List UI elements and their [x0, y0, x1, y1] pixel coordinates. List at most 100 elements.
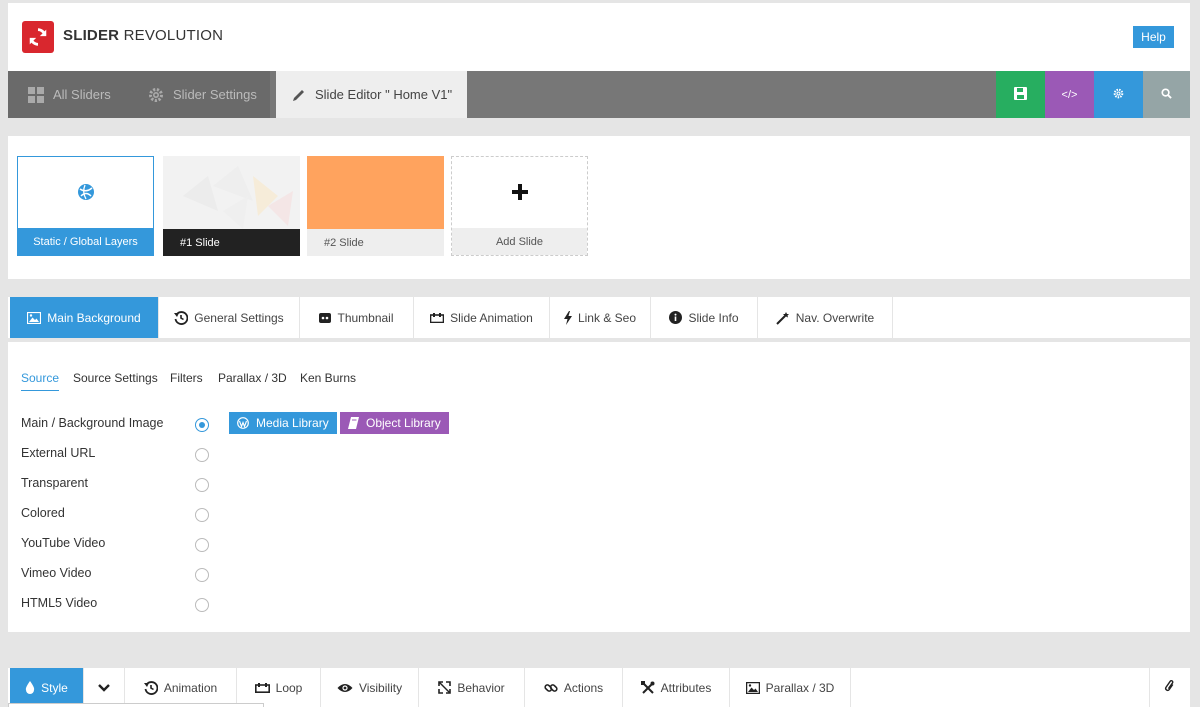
code-icon: </> — [1061, 88, 1078, 101]
radio-external-url[interactable] — [195, 448, 209, 462]
tab-all-sliders[interactable]: All Sliders — [8, 71, 138, 118]
slide-1[interactable]: #1 Slide — [163, 156, 300, 256]
radio-transparent[interactable] — [195, 478, 209, 492]
subtab-filters[interactable]: Filters — [170, 371, 203, 385]
tab-label: Actions — [563, 680, 604, 695]
slide-settings-tabs: Main Background General Settings Thumbna… — [8, 297, 1190, 338]
option-label: Vimeo Video — [21, 566, 92, 580]
subtab-parallax-3d[interactable]: Parallax / 3D — [218, 371, 287, 385]
option-label: External URL — [21, 446, 96, 460]
tab-label: Main Background — [47, 310, 141, 325]
image-icon — [27, 311, 42, 324]
slide-label: #2 Slide — [307, 229, 444, 256]
option-label: Transparent — [21, 476, 88, 490]
tab-slide-animation[interactable]: Slide Animation — [414, 297, 550, 338]
tab-label: Link & Seo — [577, 310, 637, 325]
tab-link-seo[interactable]: Link & Seo — [550, 297, 651, 338]
tab-behavior[interactable]: Behavior — [419, 668, 525, 707]
tab-label: Slider Settings — [173, 87, 257, 102]
refresh-icon — [29, 28, 47, 46]
logo — [22, 21, 54, 53]
embed-code-button[interactable]: </> — [1045, 71, 1094, 118]
eye-icon — [337, 683, 353, 693]
save-icon — [1014, 86, 1027, 103]
option-label: Main / Background Image — [21, 416, 164, 430]
slide-label: #1 Slide — [163, 229, 300, 256]
slide-thumbnail — [452, 157, 587, 230]
tab-style[interactable]: Style — [10, 668, 84, 707]
animation-icon — [430, 312, 445, 323]
plus-icon — [511, 184, 528, 203]
search-button[interactable] — [1143, 71, 1190, 118]
drop-icon — [25, 681, 35, 694]
gear-icon — [1113, 88, 1124, 102]
option-label: Colored — [21, 506, 65, 520]
thumbnail-icon — [319, 312, 332, 323]
link-icon — [544, 681, 558, 695]
main-background-panel: Source Source Settings Filters Parallax … — [8, 342, 1190, 632]
slide-thumbnail — [18, 157, 153, 230]
tab-animation[interactable]: Animation — [125, 668, 237, 707]
bolt-icon — [563, 310, 572, 325]
radio-main-background-image[interactable] — [195, 418, 209, 432]
tab-label: Parallax / 3D — [765, 680, 835, 695]
tab-label: Slide Editor " Home V1" — [315, 87, 453, 102]
tab-label: Style — [41, 680, 68, 695]
subtab-source[interactable]: Source — [21, 371, 60, 391]
add-slide-button[interactable]: Add Slide — [451, 156, 588, 256]
tab-parallax-3d[interactable]: Parallax / 3D — [730, 668, 851, 707]
slide-thumbnail — [307, 156, 444, 229]
gear-icon — [148, 87, 164, 103]
tab-slide-info[interactable]: Slide Info — [651, 297, 758, 338]
media-library-button[interactable]: Media Library — [229, 412, 337, 434]
globe-icon — [77, 183, 95, 204]
radio-html5-video[interactable] — [195, 598, 209, 612]
slides-strip: Static / Global Layers #1 Slide #2 Slide… — [8, 136, 1190, 279]
tab-general-settings[interactable]: General Settings — [159, 297, 300, 338]
tab-slide-editor[interactable]: Slide Editor " Home V1" — [276, 71, 467, 118]
history-icon — [174, 310, 189, 325]
image-icon — [745, 681, 760, 694]
tab-thumbnail[interactable]: Thumbnail — [300, 297, 414, 338]
wordpress-icon — [237, 417, 249, 429]
tab-loop[interactable]: Loop — [237, 668, 321, 707]
info-icon — [669, 311, 683, 324]
grid-icon — [28, 86, 44, 103]
settings-button[interactable] — [1094, 71, 1143, 118]
chevron-down-icon — [98, 681, 110, 695]
tools-icon — [640, 680, 655, 695]
slide-2[interactable]: #2 Slide — [307, 156, 444, 256]
tab-label: All Sliders — [53, 87, 111, 102]
resize-icon — [438, 681, 452, 694]
tab-main-background[interactable]: Main Background — [10, 297, 159, 338]
subtab-source-settings[interactable]: Source Settings — [73, 371, 158, 385]
radio-vimeo-video[interactable] — [195, 568, 209, 582]
tab-visibility[interactable]: Visibility — [321, 668, 419, 707]
tab-slider-settings[interactable]: Slider Settings — [138, 71, 270, 118]
help-button[interactable]: Help — [1133, 26, 1174, 48]
save-button[interactable] — [996, 71, 1045, 118]
attachment-button[interactable] — [1149, 668, 1190, 707]
loop-icon — [254, 682, 270, 693]
tab-label: General Settings — [194, 310, 284, 325]
subtab-ken-burns[interactable]: Ken Burns — [300, 371, 356, 385]
button-label: Object Library — [366, 416, 441, 430]
style-dropdown-toggle[interactable] — [84, 668, 125, 707]
option-label: HTML5 Video — [21, 596, 98, 610]
search-icon — [1161, 87, 1172, 102]
button-label: Media Library — [256, 416, 329, 430]
tab-label: Animation — [163, 680, 218, 695]
tab-nav-overwrite[interactable]: Nav. Overwrite — [758, 297, 893, 338]
brand-name: SLIDER REVOLUTION — [63, 27, 224, 44]
slide-static-global-layers[interactable]: Static / Global Layers — [17, 156, 154, 256]
tab-attributes[interactable]: Attributes — [623, 668, 730, 707]
slide-thumbnail — [163, 156, 300, 229]
object-library-button[interactable]: Object Library — [340, 412, 449, 434]
tab-actions[interactable]: Actions — [525, 668, 623, 707]
slide-label: Static / Global Layers — [18, 228, 153, 255]
radio-colored[interactable] — [195, 508, 209, 522]
tab-label: Nav. Overwrite — [795, 310, 875, 325]
main-nav: All Sliders Slider Settings Slide Editor… — [8, 71, 1190, 118]
tab-label: Attributes — [660, 680, 712, 695]
radio-youtube-video[interactable] — [195, 538, 209, 552]
